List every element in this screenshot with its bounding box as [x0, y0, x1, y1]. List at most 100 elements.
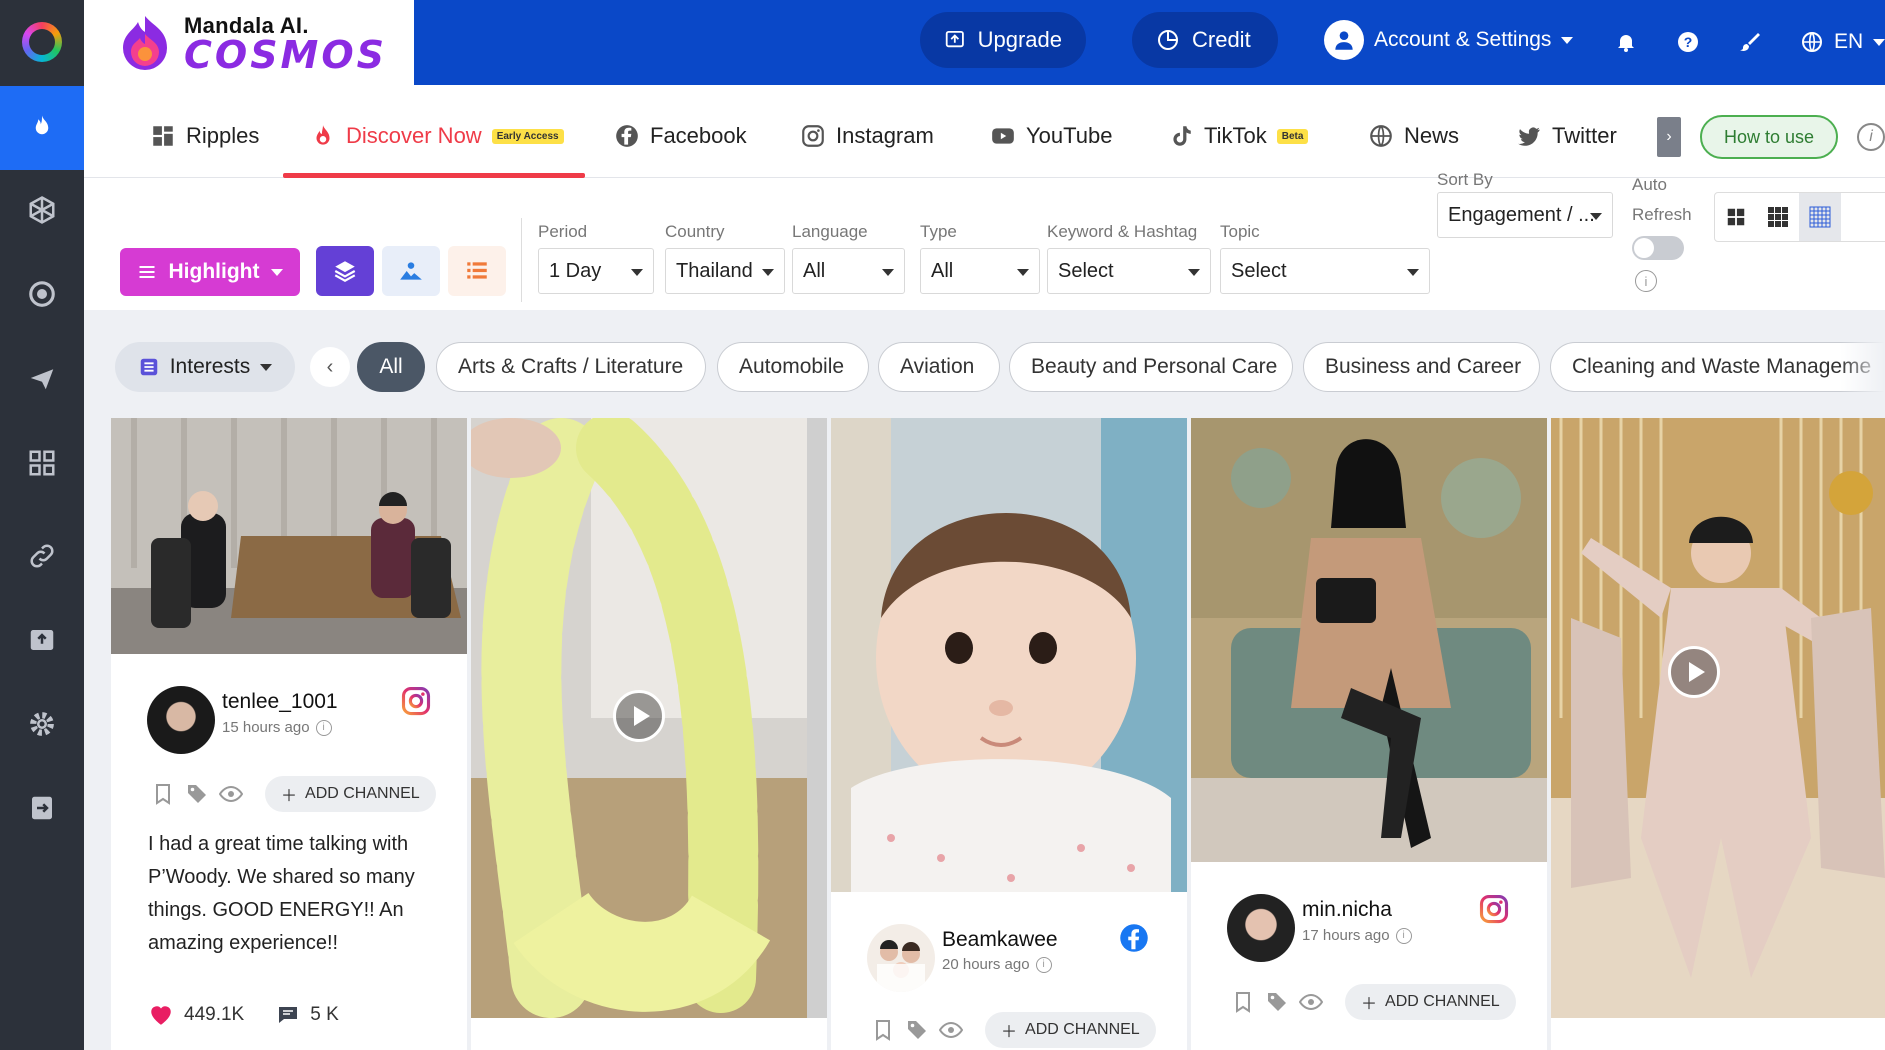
- country-select[interactable]: Thailand: [665, 248, 785, 294]
- grid-size-selector: [1714, 192, 1885, 242]
- chevron-down-icon: [1017, 269, 1029, 276]
- eye-icon[interactable]: [1299, 990, 1323, 1014]
- tab-instagram[interactable]: Instagram: [800, 119, 934, 153]
- add-channel-button[interactable]: ＋ ADD CHANNEL: [985, 1012, 1156, 1048]
- sidebar-item-links[interactable]: [24, 538, 60, 574]
- how-to-use-button[interactable]: How to use: [1700, 115, 1838, 159]
- sort-by-select[interactable]: Engagement / ...: [1437, 192, 1613, 238]
- brand-logo[interactable]: Mandala AI. COSMOS: [84, 0, 414, 85]
- account-avatar[interactable]: [867, 924, 935, 992]
- gear-icon: [30, 712, 54, 736]
- sidebar-item-network[interactable]: [24, 192, 60, 228]
- tag-icon[interactable]: [185, 782, 209, 806]
- target-icon: [29, 281, 55, 307]
- info-icon[interactable]: i: [1635, 270, 1657, 292]
- app-logo-icon[interactable]: [22, 22, 62, 62]
- sidebar-item-archive[interactable]: [24, 622, 60, 658]
- tab-tiktok[interactable]: TikTok Beta: [1168, 119, 1309, 153]
- interest-chip-business[interactable]: Business and Career: [1303, 342, 1540, 392]
- info-icon[interactable]: i: [315, 719, 332, 736]
- highlight-button[interactable]: Highlight: [120, 248, 300, 296]
- play-video-button[interactable]: [1668, 646, 1720, 698]
- sidebar-item-apps[interactable]: [24, 445, 60, 481]
- tag-icon[interactable]: [1265, 990, 1289, 1014]
- play-video-button[interactable]: [613, 690, 665, 742]
- theme-button[interactable]: [1738, 22, 1762, 62]
- interest-chip-aviation[interactable]: Aviation: [878, 342, 1000, 392]
- post-thumbnail[interactable]: [111, 418, 467, 654]
- add-channel-button[interactable]: ＋ ADD CHANNEL: [1345, 984, 1516, 1020]
- interest-chip-beauty[interactable]: Beauty and Personal Care: [1009, 342, 1293, 392]
- eye-icon[interactable]: [939, 1018, 963, 1042]
- interest-chip-cleaning[interactable]: Cleaning and Waste Manageme: [1550, 342, 1885, 392]
- sidebar-item-logout[interactable]: [24, 790, 60, 826]
- auto-refresh-toggle[interactable]: [1632, 236, 1684, 260]
- account-name[interactable]: tenlee_1001: [222, 690, 338, 714]
- account-name[interactable]: Beamkawee: [942, 928, 1058, 952]
- post-card[interactable]: min.nicha 17 hours ago i ＋ ADD CHANNEL: [1191, 418, 1547, 1050]
- interest-chip-arts[interactable]: Arts & Crafts / Literature: [436, 342, 706, 392]
- type-value: All: [931, 259, 954, 282]
- post-card[interactable]: Beamkawee 20 hours ago i ＋ ADD CHANNEL: [831, 418, 1187, 1050]
- post-card[interactable]: [1551, 418, 1885, 1050]
- globe-icon: [1802, 32, 1822, 52]
- interest-chip-all[interactable]: All: [357, 342, 425, 392]
- eye-icon[interactable]: [219, 782, 243, 806]
- period-select[interactable]: 1 Day: [538, 248, 654, 294]
- tab-ripples[interactable]: Ripples: [150, 119, 259, 153]
- sidebar-item-target[interactable]: [24, 276, 60, 312]
- account-settings-menu[interactable]: Account & Settings: [1324, 20, 1574, 60]
- sidebar-item-campaign[interactable]: [24, 360, 60, 396]
- post-thumbnail[interactable]: [1191, 418, 1547, 862]
- filter-divider: [521, 218, 522, 302]
- bookmark-icon[interactable]: [871, 1018, 895, 1042]
- help-button[interactable]: ?: [1676, 22, 1700, 62]
- type-select[interactable]: All: [920, 248, 1040, 294]
- language-selector[interactable]: EN: [1800, 22, 1885, 62]
- grid-large-button[interactable]: [1715, 193, 1757, 241]
- keyword-select[interactable]: Select: [1047, 248, 1211, 294]
- post-thumbnail[interactable]: [831, 418, 1187, 892]
- post-time: 17 hours ago i: [1302, 927, 1412, 944]
- notifications-button[interactable]: [1614, 22, 1638, 62]
- grid-small-button[interactable]: [1799, 193, 1841, 241]
- post-time-label: 15 hours ago: [222, 719, 310, 736]
- layers-view-button[interactable]: [316, 246, 374, 296]
- interest-chip-automobile[interactable]: Automobile: [717, 342, 869, 392]
- tab-youtube[interactable]: YouTube: [990, 119, 1112, 153]
- tab-twitter[interactable]: Twitter: [1516, 119, 1617, 153]
- post-thumbnail[interactable]: [1551, 418, 1885, 1018]
- youtube-icon: [992, 128, 1014, 144]
- upgrade-button[interactable]: Upgrade: [920, 12, 1086, 68]
- credit-button[interactable]: Credit: [1132, 12, 1278, 68]
- tab-discover-now[interactable]: Discover Now Early Access: [310, 119, 564, 153]
- list-icon: [467, 262, 487, 279]
- interests-dropdown[interactable]: Interests: [115, 342, 295, 392]
- post-card[interactable]: tenlee_1001 15 hours ago i ＋ ADD CHANNEL I…: [111, 418, 467, 1050]
- tabs-scroll-right-button[interactable]: ›: [1657, 117, 1681, 157]
- info-icon[interactable]: i: [1035, 956, 1052, 973]
- info-icon[interactable]: i: [1395, 927, 1412, 944]
- tab-facebook[interactable]: Facebook: [614, 119, 747, 153]
- period-label: Period: [538, 222, 588, 241]
- tab-facebook-label: Facebook: [650, 123, 747, 148]
- sidebar-item-discover[interactable]: [24, 110, 60, 146]
- add-channel-button[interactable]: ＋ ADD CHANNEL: [265, 776, 436, 812]
- tab-tiktok-label: TikTok: [1204, 123, 1267, 148]
- tab-news[interactable]: News: [1368, 119, 1459, 153]
- list-view-button[interactable]: [448, 246, 506, 296]
- info-icon[interactable]: i: [1857, 123, 1885, 151]
- account-avatar[interactable]: [147, 686, 215, 754]
- image-view-button[interactable]: [382, 246, 440, 296]
- bookmark-icon[interactable]: [151, 782, 175, 806]
- tag-icon[interactable]: [905, 1018, 929, 1042]
- account-name[interactable]: min.nicha: [1302, 898, 1392, 922]
- chips-scroll-left-button[interactable]: ‹: [310, 347, 350, 387]
- post-card[interactable]: [471, 418, 827, 1050]
- grid-medium-button[interactable]: [1757, 193, 1799, 241]
- topic-select[interactable]: Select: [1220, 248, 1430, 294]
- account-avatar[interactable]: [1227, 894, 1295, 962]
- language-select[interactable]: All: [792, 248, 905, 294]
- sidebar-item-settings[interactable]: [24, 706, 60, 742]
- bookmark-icon[interactable]: [1231, 990, 1255, 1014]
